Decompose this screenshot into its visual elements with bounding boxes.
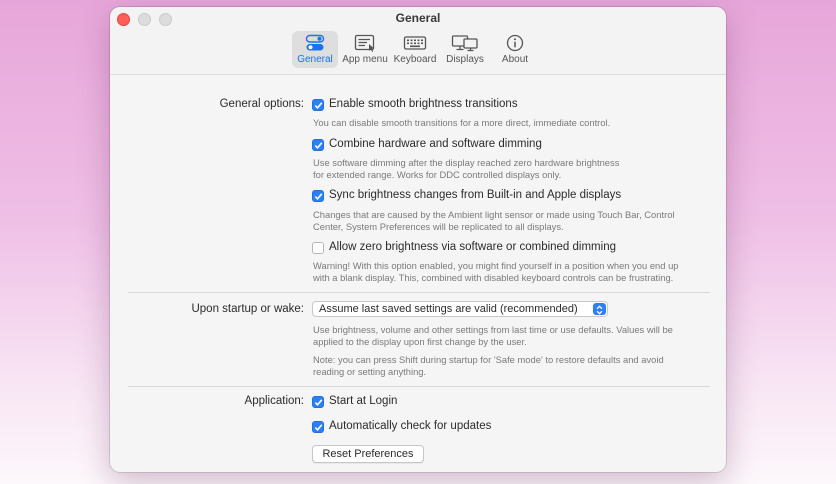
sync-brightness-desc: Changes that are caused by the Ambient l…	[313, 209, 675, 220]
app-menu-icon	[354, 34, 376, 52]
combine-dimming-desc: Use software dimming after the display r…	[313, 157, 620, 168]
preferences-window: General General App menu Keyboard Displa…	[110, 7, 726, 472]
sync-brightness-desc: Center, System Preferences will be repli…	[313, 221, 564, 232]
divider	[128, 386, 710, 387]
window-title: General	[395, 11, 441, 25]
startup-desc: Use brightness, volume and other setting…	[313, 324, 673, 335]
zero-brightness-desc: with a blank display. This, combined wit…	[313, 272, 674, 283]
tab-displays[interactable]: Displays	[442, 31, 488, 68]
tab-keyboard[interactable]: Keyboard	[392, 31, 438, 68]
preference-tabs: General App menu Keyboard Displays About	[292, 31, 538, 68]
tab-about[interactable]: About	[492, 31, 538, 68]
info-icon	[506, 34, 524, 52]
tab-label: About	[501, 54, 529, 65]
startup-desc: applied to the display upon first change…	[313, 336, 527, 347]
smooth-transitions-desc: You can disable smooth transitions for a…	[313, 117, 611, 128]
application-label: Application:	[244, 395, 304, 407]
tab-app-menu[interactable]: App menu	[342, 31, 388, 68]
startup-selected-value: Assume last saved settings are valid (re…	[319, 303, 578, 315]
safe-mode-note: Note: you can press Shift during startup…	[313, 354, 664, 365]
smooth-transitions-label: Enable smooth brightness transitions	[329, 98, 518, 110]
auto-update-label: Automatically check for updates	[329, 420, 492, 432]
zero-brightness-desc: Warning! With this option enabled, you m…	[313, 260, 679, 271]
startup-behavior-select[interactable]: Assume last saved settings are valid (re…	[312, 301, 608, 317]
displays-icon	[451, 34, 479, 52]
zero-brightness-label: Allow zero brightness via software or co…	[329, 241, 616, 253]
combine-dimming-desc: for extended range. Works for DDC contro…	[313, 169, 562, 180]
tab-label: Keyboard	[393, 54, 437, 65]
chevron-up-down-icon	[593, 303, 606, 315]
tab-label: App menu	[342, 54, 388, 65]
smooth-transitions-checkbox[interactable]	[312, 99, 324, 111]
toggles-icon	[305, 34, 325, 52]
zero-brightness-checkbox[interactable]	[312, 242, 324, 254]
tab-label: Displays	[446, 54, 484, 65]
combine-dimming-checkbox[interactable]	[312, 139, 324, 151]
tab-label: General	[297, 54, 333, 65]
combine-dimming-label: Combine hardware and software dimming	[329, 138, 542, 150]
safe-mode-note: reading or setting anything.	[313, 366, 427, 377]
start-at-login-label: Start at Login	[329, 395, 398, 407]
tab-general[interactable]: General	[292, 31, 338, 68]
keyboard-icon	[403, 34, 427, 52]
general-options-label: General options:	[219, 98, 304, 110]
reset-preferences-button[interactable]: Reset Preferences	[312, 445, 424, 463]
divider	[128, 292, 710, 293]
toolbar: General General App menu Keyboard Displa…	[110, 7, 726, 75]
start-at-login-checkbox[interactable]	[312, 396, 324, 408]
sync-brightness-checkbox[interactable]	[312, 190, 324, 202]
sync-brightness-label: Sync brightness changes from Built-in an…	[329, 189, 622, 201]
startup-label: Upon startup or wake:	[191, 303, 304, 315]
auto-update-checkbox[interactable]	[312, 421, 324, 433]
